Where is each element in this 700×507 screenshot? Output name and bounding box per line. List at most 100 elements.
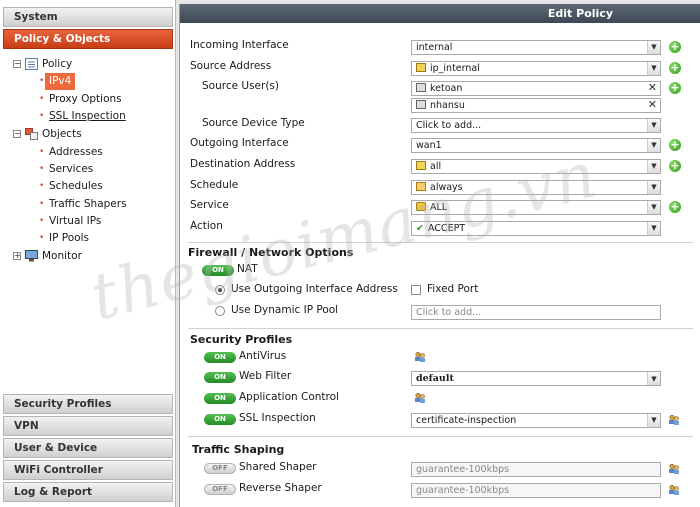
action-label: Action bbox=[190, 220, 223, 232]
add-icon[interactable]: + bbox=[669, 41, 681, 53]
nav-wifi-controller[interactable]: WiFi Controller bbox=[3, 460, 173, 480]
ssl-inspection-value: certificate-inspection bbox=[416, 415, 517, 426]
application-control-toggle[interactable]: ON bbox=[204, 393, 236, 404]
service-value: ALL bbox=[430, 202, 448, 213]
nav-system[interactable]: System bbox=[3, 7, 173, 27]
remove-icon[interactable]: ✕ bbox=[648, 98, 657, 111]
chevron-down-icon[interactable]: ▼ bbox=[647, 160, 660, 173]
tree-proxy-options-label: Proxy Options bbox=[49, 93, 122, 105]
nav-policy-objects[interactable]: Policy & Objects bbox=[3, 29, 173, 49]
antivirus-toggle[interactable]: ON bbox=[204, 352, 236, 363]
address-icon bbox=[416, 161, 426, 170]
profile-users-icon[interactable] bbox=[668, 414, 680, 426]
chevron-down-icon[interactable]: ▼ bbox=[647, 181, 660, 194]
profile-users-icon[interactable] bbox=[414, 392, 426, 404]
add-icon[interactable]: + bbox=[669, 139, 681, 151]
reverse-shaper-value: guarantee-100kbps bbox=[416, 485, 510, 496]
tree-monitor-label: Monitor bbox=[42, 250, 82, 262]
tree-services-label: Services bbox=[49, 163, 94, 175]
add-icon[interactable]: + bbox=[669, 201, 681, 213]
chevron-down-icon[interactable]: ▼ bbox=[647, 372, 660, 385]
service-select[interactable]: ALL ▼ bbox=[411, 200, 661, 215]
add-icon[interactable]: + bbox=[669, 82, 681, 94]
monitor-icon bbox=[25, 250, 38, 262]
left-navigation: System Policy & Objects − Policy • IPv4 … bbox=[0, 0, 176, 507]
nav-security-profiles[interactable]: Security Profiles bbox=[3, 394, 173, 414]
schedule-select[interactable]: always ▼ bbox=[411, 180, 661, 195]
nav-tree: − Policy • IPv4 • Proxy Options • SSL In… bbox=[3, 50, 173, 390]
bullet-icon: • bbox=[39, 216, 45, 226]
outgoing-interface-label: Outgoing Interface bbox=[190, 137, 289, 149]
chevron-down-icon[interactable]: ▼ bbox=[647, 41, 660, 54]
chevron-down-icon[interactable]: ▼ bbox=[647, 139, 660, 152]
nav-user-device[interactable]: User & Device bbox=[3, 438, 173, 458]
bullet-icon: • bbox=[39, 199, 45, 209]
profile-users-icon[interactable] bbox=[668, 484, 680, 496]
source-user-value: ketoan bbox=[430, 83, 463, 94]
outgoing-interface-value: wan1 bbox=[416, 140, 442, 151]
add-icon[interactable]: + bbox=[669, 160, 681, 172]
firewall-section-title: Firewall / Network Options bbox=[188, 246, 354, 259]
service-label: Service bbox=[190, 199, 229, 211]
outgoing-interface-select[interactable]: wan1 ▼ bbox=[411, 138, 661, 153]
service-icon bbox=[416, 202, 426, 211]
ssl-inspection-label: SSL Inspection bbox=[239, 412, 316, 424]
profile-users-icon[interactable] bbox=[414, 351, 426, 363]
nat-label: NAT bbox=[237, 263, 258, 275]
action-value: ACCEPT bbox=[427, 223, 466, 234]
tree-virtual-ips-label: Virtual IPs bbox=[49, 215, 102, 227]
incoming-interface-select[interactable]: internal ▼ bbox=[411, 40, 661, 55]
source-users-label: Source User(s) bbox=[202, 80, 279, 92]
user-group-icon bbox=[416, 83, 426, 92]
source-address-select[interactable]: ip_internal ▼ bbox=[411, 61, 661, 76]
reverse-shaper-select[interactable]: guarantee-100kbps bbox=[411, 483, 661, 498]
source-user-entry[interactable]: nhansu ✕ bbox=[411, 98, 661, 113]
shared-shaper-label: Shared Shaper bbox=[239, 461, 317, 473]
action-select[interactable]: ✔ ACCEPT ▼ bbox=[411, 221, 661, 236]
chevron-down-icon[interactable]: ▼ bbox=[647, 119, 660, 132]
fixed-port-checkbox[interactable] bbox=[411, 285, 421, 295]
nav-vpn[interactable]: VPN bbox=[3, 416, 173, 436]
bullet-icon: • bbox=[39, 111, 45, 121]
checkmark-icon: ✔ bbox=[416, 223, 424, 234]
source-address-value: ip_internal bbox=[430, 63, 480, 74]
divider bbox=[188, 242, 693, 243]
add-icon[interactable]: + bbox=[669, 62, 681, 74]
bullet-icon: • bbox=[39, 147, 45, 157]
source-user-entry[interactable]: ketoan ✕ bbox=[411, 81, 661, 96]
source-address-label: Source Address bbox=[190, 60, 272, 72]
source-user-value: nhansu bbox=[430, 100, 465, 111]
chevron-down-icon[interactable]: ▼ bbox=[647, 414, 660, 427]
nat-toggle[interactable]: ON bbox=[202, 265, 234, 276]
ip-pool-select[interactable]: Click to add... bbox=[411, 305, 661, 320]
bullet-icon: • bbox=[39, 233, 45, 243]
source-device-type-select[interactable]: Click to add... ▼ bbox=[411, 118, 661, 133]
profile-users-icon[interactable] bbox=[668, 463, 680, 475]
shared-shaper-select[interactable]: guarantee-100kbps bbox=[411, 462, 661, 477]
ssl-inspection-select[interactable]: certificate-inspection ▼ bbox=[411, 413, 661, 428]
ssl-inspection-toggle[interactable]: ON bbox=[204, 414, 236, 425]
tree-ip-pools-label: IP Pools bbox=[49, 232, 89, 244]
web-filter-toggle[interactable]: ON bbox=[204, 372, 236, 383]
bullet-icon: • bbox=[39, 164, 45, 174]
shared-shaper-toggle[interactable]: OFF bbox=[204, 463, 236, 474]
web-filter-select[interactable]: default ▼ bbox=[411, 371, 661, 386]
tree-ipv4-label: IPv4 bbox=[45, 73, 76, 90]
chevron-down-icon[interactable]: ▼ bbox=[647, 62, 660, 75]
destination-address-select[interactable]: all ▼ bbox=[411, 159, 661, 174]
fixed-port-label: Fixed Port bbox=[427, 283, 479, 295]
remove-icon[interactable]: ✕ bbox=[648, 81, 657, 94]
chevron-down-icon[interactable]: ▼ bbox=[647, 222, 660, 235]
expand-icon[interactable]: + bbox=[13, 252, 21, 260]
incoming-interface-value: internal bbox=[416, 42, 453, 53]
reverse-shaper-toggle[interactable]: OFF bbox=[204, 484, 236, 495]
nav-log-report[interactable]: Log & Report bbox=[3, 482, 173, 502]
tree-objects-label: Objects bbox=[42, 128, 82, 140]
use-outgoing-radio[interactable] bbox=[215, 285, 225, 295]
bullet-icon: • bbox=[39, 181, 45, 191]
security-section-title: Security Profiles bbox=[190, 333, 293, 346]
chevron-down-icon[interactable]: ▼ bbox=[647, 201, 660, 214]
collapse-icon[interactable]: − bbox=[13, 130, 21, 138]
use-dynamic-radio[interactable] bbox=[215, 306, 225, 316]
collapse-icon[interactable]: − bbox=[13, 60, 21, 68]
